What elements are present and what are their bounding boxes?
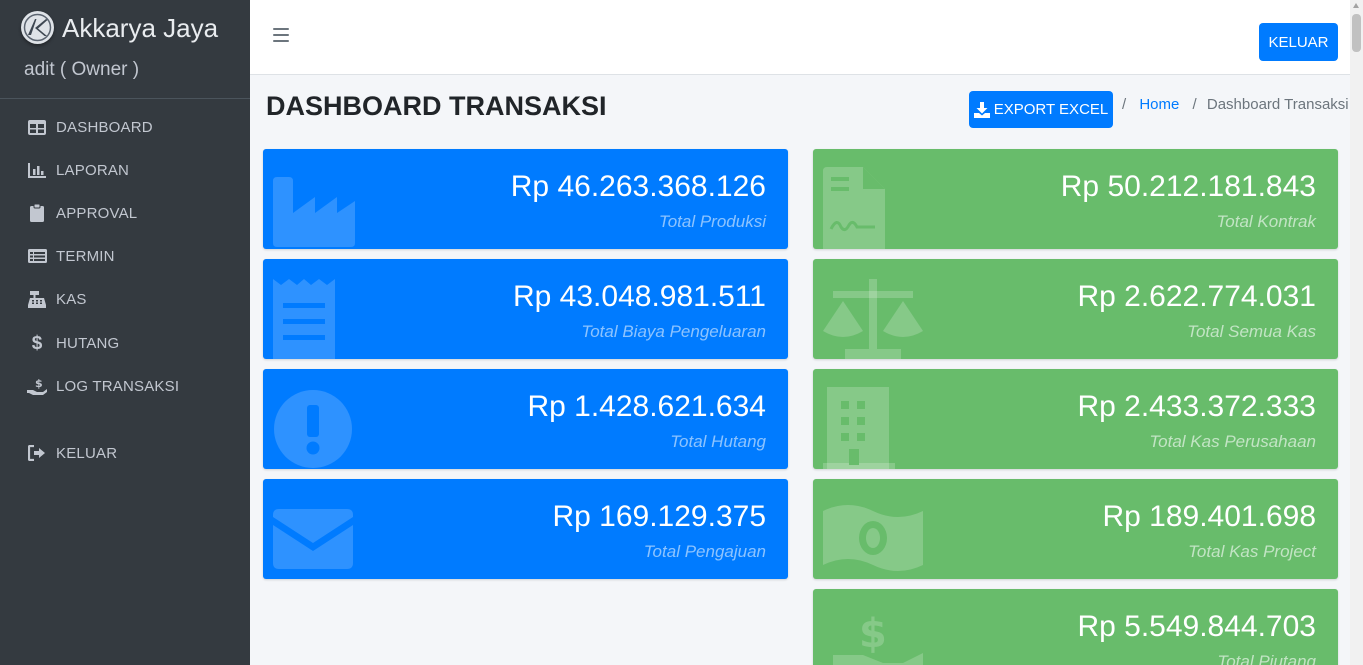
stat-value: Rp 1.428.621.634 — [527, 390, 766, 423]
building-icon — [823, 387, 895, 469]
scrollbar-thumb[interactable] — [1352, 14, 1361, 52]
page-scrollbar[interactable] — [1350, 0, 1363, 665]
stat-label: Total Kas Project — [1188, 542, 1316, 561]
stat-label: Total Hutang — [670, 432, 766, 451]
sidebar-item-label: DASHBOARD — [56, 118, 153, 136]
stat-value: Rp 189.401.698 — [1102, 500, 1316, 533]
logout-button[interactable]: KELUAR — [1259, 23, 1338, 61]
stat-value: Rp 43.048.981.511 — [513, 280, 766, 313]
page-title-rest: TRANSAKSI — [441, 91, 607, 121]
industry-icon — [273, 165, 355, 249]
stat-label: Total Kontrak — [1216, 212, 1316, 231]
sidebar-item-keluar[interactable]: KELUAR — [0, 435, 250, 471]
breadcrumb-current: Dashboard Transaksi — [1206, 96, 1349, 113]
stat-card-total-piutang[interactable]: $ Rp 5.549.844.703 Total Piutang — [813, 589, 1338, 665]
stat-card-total-kontrak[interactable]: Rp 50.212.181.843 Total Kontrak — [813, 149, 1338, 249]
hand-holding-dollar-icon: $ — [823, 607, 923, 665]
sidebar-item-label: LAPORAN — [56, 161, 130, 179]
clipboard-icon — [27, 204, 47, 222]
brand: Akkarya Jaya adit ( Owner ) — [0, 0, 250, 99]
svg-text:$: $ — [859, 611, 887, 657]
download-icon — [973, 101, 990, 118]
stat-card-total-semua-kas[interactable]: Rp 2.622.774.031 Total Semua Kas — [813, 259, 1338, 359]
breadcrumb-home-link[interactable]: Home — [1139, 96, 1179, 113]
page-title: DASHBOARD TRANSAKSI — [266, 91, 607, 122]
money-bill-icon — [823, 503, 923, 578]
menu-toggle-icon[interactable] — [273, 28, 289, 44]
stat-label: Total Pengajuan — [643, 542, 766, 561]
stat-card-total-hutang[interactable]: Rp 1.428.621.634 Total Hutang — [263, 369, 788, 469]
sidebar-item-label: LOG TRANSAKSI — [56, 377, 180, 395]
stat-value: Rp 169.129.375 — [552, 500, 766, 533]
breadcrumb-separator: / — [1192, 96, 1197, 113]
stat-label: Total Biaya Pengeluaran — [581, 322, 766, 341]
sidebar-item-hutang[interactable]: $ HUTANG — [0, 325, 250, 361]
sidebar-item-label: KELUAR — [56, 444, 118, 462]
export-excel-label: EXPORT EXCEL — [993, 101, 1109, 118]
stat-card-total-kas-perusahaan[interactable]: Rp 2.433.372.333 Total Kas Perusahaan — [813, 369, 1338, 469]
top-navbar: KELUAR — [250, 0, 1350, 75]
sidebar-item-approval[interactable]: APPROVAL — [0, 195, 250, 231]
sign-out-icon — [27, 445, 47, 461]
ak-logo-icon[interactable] — [21, 11, 54, 44]
stat-card-total-biaya-pengeluaran[interactable]: Rp 43.048.981.511 Total Biaya Pengeluara… — [263, 259, 788, 359]
stat-card-total-pengajuan[interactable]: Rp 169.129.375 Total Pengajuan — [263, 479, 788, 579]
balance-scale-icon — [823, 279, 923, 359]
stat-value: Rp 2.622.774.031 — [1077, 280, 1316, 313]
sidebar-item-log-transaksi[interactable]: $ LOG TRANSAKSI — [0, 368, 250, 404]
chart-icon — [27, 162, 47, 178]
breadcrumb: / Home / Dashboard Transaksi — [1122, 96, 1349, 113]
stat-label: Total Semua Kas — [1187, 322, 1316, 341]
page-title-bold: DASHBOARD — [266, 91, 442, 121]
stat-label: Total Produksi — [658, 212, 766, 231]
sidebar-item-label: KAS — [56, 290, 87, 308]
file-contract-icon — [823, 167, 885, 249]
sidebar-item-laporan[interactable]: LAPORAN — [0, 152, 250, 188]
hand-dollar-icon: $ — [27, 377, 47, 395]
stat-label: Total Kas Perusahaan — [1149, 432, 1316, 451]
table-icon — [27, 119, 47, 135]
sidebar-item-label: HUTANG — [56, 334, 120, 352]
cash-register-icon — [27, 290, 47, 308]
envelope-icon — [273, 509, 353, 574]
stat-value: Rp 50.212.181.843 — [1060, 170, 1316, 203]
sidebar-item-termin[interactable]: TERMIN — [0, 238, 250, 274]
brand-name[interactable]: Akkarya Jaya — [62, 13, 218, 44]
svg-text:$: $ — [35, 377, 43, 390]
breadcrumb-separator: / — [1122, 96, 1127, 113]
stat-card-total-kas-project[interactable]: Rp 189.401.698 Total Kas Project — [813, 479, 1338, 579]
sidebar-item-label: TERMIN — [56, 247, 115, 265]
list-icon — [27, 249, 47, 263]
receipt-icon — [273, 279, 335, 359]
scroll-up-arrow-icon[interactable] — [1353, 3, 1359, 8]
dollar-icon: $ — [31, 332, 43, 354]
stat-label: Total Piutang — [1217, 652, 1316, 665]
sidebar: Akkarya Jaya adit ( Owner ) DASHBOARD LA… — [0, 0, 250, 665]
export-excel-button[interactable]: EXPORT EXCEL — [969, 91, 1113, 128]
stat-value: Rp 2.433.372.333 — [1077, 390, 1316, 423]
user-role: adit ( Owner ) — [24, 59, 140, 80]
sidebar-item-kas[interactable]: KAS — [0, 281, 250, 317]
stat-card-total-produksi[interactable]: Rp 46.263.368.126 Total Produksi — [263, 149, 788, 249]
stat-value: Rp 46.263.368.126 — [510, 170, 766, 203]
sidebar-item-dashboard[interactable]: DASHBOARD — [0, 109, 250, 145]
sidebar-item-label: APPROVAL — [56, 204, 138, 222]
stat-value: Rp 5.549.844.703 — [1077, 610, 1316, 643]
exclamation-circle-icon — [273, 389, 353, 469]
